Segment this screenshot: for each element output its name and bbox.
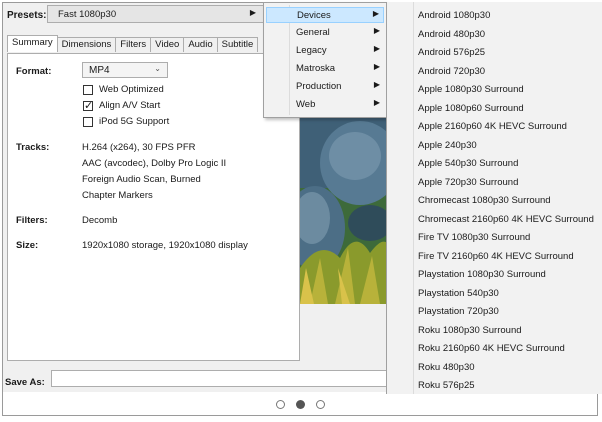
preset-category-menu: Devices ▶ General ▶ Legacy ▶ Matroska ▶ … [263, 2, 387, 118]
track-subtitle: Foreign Audio Scan, Burned [82, 174, 201, 185]
tab-audio[interactable]: Audio [183, 37, 218, 52]
menu-item-chromecast-1080p30-surround[interactable]: Chromecast 1080p30 Surround [418, 195, 551, 206]
menu-item-apple-1080p30-surround[interactable]: Apple 1080p30 Surround [418, 84, 524, 95]
summary-panel: Format: MP4 ⌄ Web Optimized ✓ Align A/V … [7, 53, 300, 361]
ipod-support-label: iPod 5G Support [99, 116, 170, 127]
menu-item-matroska[interactable]: Matroska ▶ [266, 61, 384, 77]
presets-dropdown[interactable]: Fast 1080p30 ▶ [47, 5, 267, 23]
format-select[interactable]: MP4 ⌄ [82, 62, 168, 78]
submenu-arrow-icon: ▶ [372, 9, 379, 18]
menu-item-playstation-540p30[interactable]: Playstation 540p30 [418, 288, 499, 299]
presets-selected-value: Fast 1080p30 [58, 9, 117, 20]
chevron-down-icon: ⌄ [154, 64, 161, 73]
save-as-label: Save As: [5, 377, 45, 388]
tab-filters[interactable]: Filters [115, 37, 152, 52]
tab-strip: Summary Dimensions Filters Video Audio S… [7, 35, 259, 53]
menu-item-roku-576p25[interactable]: Roku 576p25 [418, 380, 475, 391]
menu-item-chromecast-2160p60-4k-hevc-surround[interactable]: Chromecast 2160p60 4K HEVC Surround [418, 214, 594, 225]
tab-subtitles[interactable]: Subtitle [216, 37, 259, 52]
track-chapters: Chapter Markers [82, 190, 153, 201]
web-optimized-label: Web Optimized [99, 84, 164, 95]
menu-item-web[interactable]: Web ▶ [266, 97, 384, 113]
align-av-start-checkbox[interactable]: ✓ [83, 100, 94, 112]
filters-label: Filters: [16, 215, 48, 226]
menu-gutter-divider [413, 2, 414, 394]
format-value: MP4 [89, 65, 110, 76]
menu-item-apple-1080p60-surround[interactable]: Apple 1080p60 Surround [418, 103, 524, 114]
menu-item-apple-720p30-surround[interactable]: Apple 720p30 Surround [418, 177, 518, 188]
ipod-support-checkbox[interactable] [83, 117, 93, 127]
menu-item-apple-240p30[interactable]: Apple 240p30 [418, 140, 477, 151]
tab-summary[interactable]: Summary [7, 35, 58, 52]
preview-image [300, 118, 390, 304]
menu-item-android-720p30[interactable]: Android 720p30 [418, 66, 485, 77]
filters-value: Decomb [82, 215, 118, 226]
menu-item-label: Production [296, 81, 342, 92]
menu-item-label: Web [296, 99, 316, 110]
size-value: 1920x1080 storage, 1920x1080 display [82, 240, 248, 251]
menu-item-apple-540p30-surround[interactable]: Apple 540p30 Surround [418, 158, 518, 169]
presets-label: Presets: [7, 10, 47, 21]
menu-item-label: Devices [297, 10, 331, 21]
submenu-arrow-icon: ▶ [373, 80, 380, 89]
track-video: H.264 (x264), 30 FPS PFR [82, 142, 196, 153]
pager-dot-2-active[interactable] [296, 400, 305, 409]
carousel-pager [0, 395, 602, 415]
menu-item-fire-tv-2160p60-4k-hevc-surround[interactable]: Fire TV 2160p60 4K HEVC Surround [418, 251, 574, 262]
pager-dot-1[interactable] [276, 400, 285, 409]
checkmark-icon: ✓ [84, 100, 94, 112]
submenu-arrow-icon: ▶ [249, 8, 256, 17]
pager-dot-3[interactable] [316, 400, 325, 409]
format-label: Format: [16, 66, 52, 77]
menu-item-playstation-1080p30-surround[interactable]: Playstation 1080p30 Surround [418, 269, 546, 280]
menu-item-devices[interactable]: Devices ▶ [266, 7, 384, 23]
menu-item-playstation-720p30[interactable]: Playstation 720p30 [418, 306, 499, 317]
menu-item-general[interactable]: General ▶ [266, 25, 384, 41]
tab-video[interactable]: Video [150, 37, 185, 52]
menu-item-android-480p30[interactable]: Android 480p30 [418, 29, 485, 40]
menu-item-roku-480p30[interactable]: Roku 480p30 [418, 362, 475, 373]
submenu-arrow-icon: ▶ [373, 44, 380, 53]
menu-item-label: Matroska [296, 63, 336, 74]
menu-item-roku-2160p60-4k-hevc-surround[interactable]: Roku 2160p60 4K HEVC Surround [418, 343, 565, 354]
align-av-start-label: Align A/V Start [99, 100, 161, 111]
submenu-arrow-icon: ▶ [373, 26, 380, 35]
tab-dimensions[interactable]: Dimensions [56, 37, 117, 52]
tracks-label: Tracks: [16, 142, 50, 153]
menu-item-android-1080p30[interactable]: Android 1080p30 [418, 10, 490, 21]
menu-item-fire-tv-1080p30-surround[interactable]: Fire TV 1080p30 Surround [418, 232, 530, 243]
menu-item-label: General [296, 27, 330, 38]
menu-item-apple-2160p60-4k-hevc-surround[interactable]: Apple 2160p60 4K HEVC Surround [418, 121, 567, 132]
menu-item-label: Legacy [296, 45, 327, 56]
devices-submenu: Android 1080p30 Android 480p30 Android 5… [386, 2, 602, 394]
preview-artwork [300, 118, 390, 304]
size-label: Size: [16, 240, 39, 251]
save-as-input[interactable] [51, 370, 388, 387]
web-optimized-checkbox[interactable] [83, 85, 93, 95]
track-audio: AAC (avcodec), Dolby Pro Logic II [82, 158, 227, 169]
menu-item-android-576p25[interactable]: Android 576p25 [418, 47, 485, 58]
menu-item-roku-1080p30-surround[interactable]: Roku 1080p30 Surround [418, 325, 522, 336]
menu-item-legacy[interactable]: Legacy ▶ [266, 43, 384, 59]
submenu-arrow-icon: ▶ [373, 62, 380, 71]
menu-item-production[interactable]: Production ▶ [266, 79, 384, 95]
submenu-arrow-icon: ▶ [373, 98, 380, 107]
